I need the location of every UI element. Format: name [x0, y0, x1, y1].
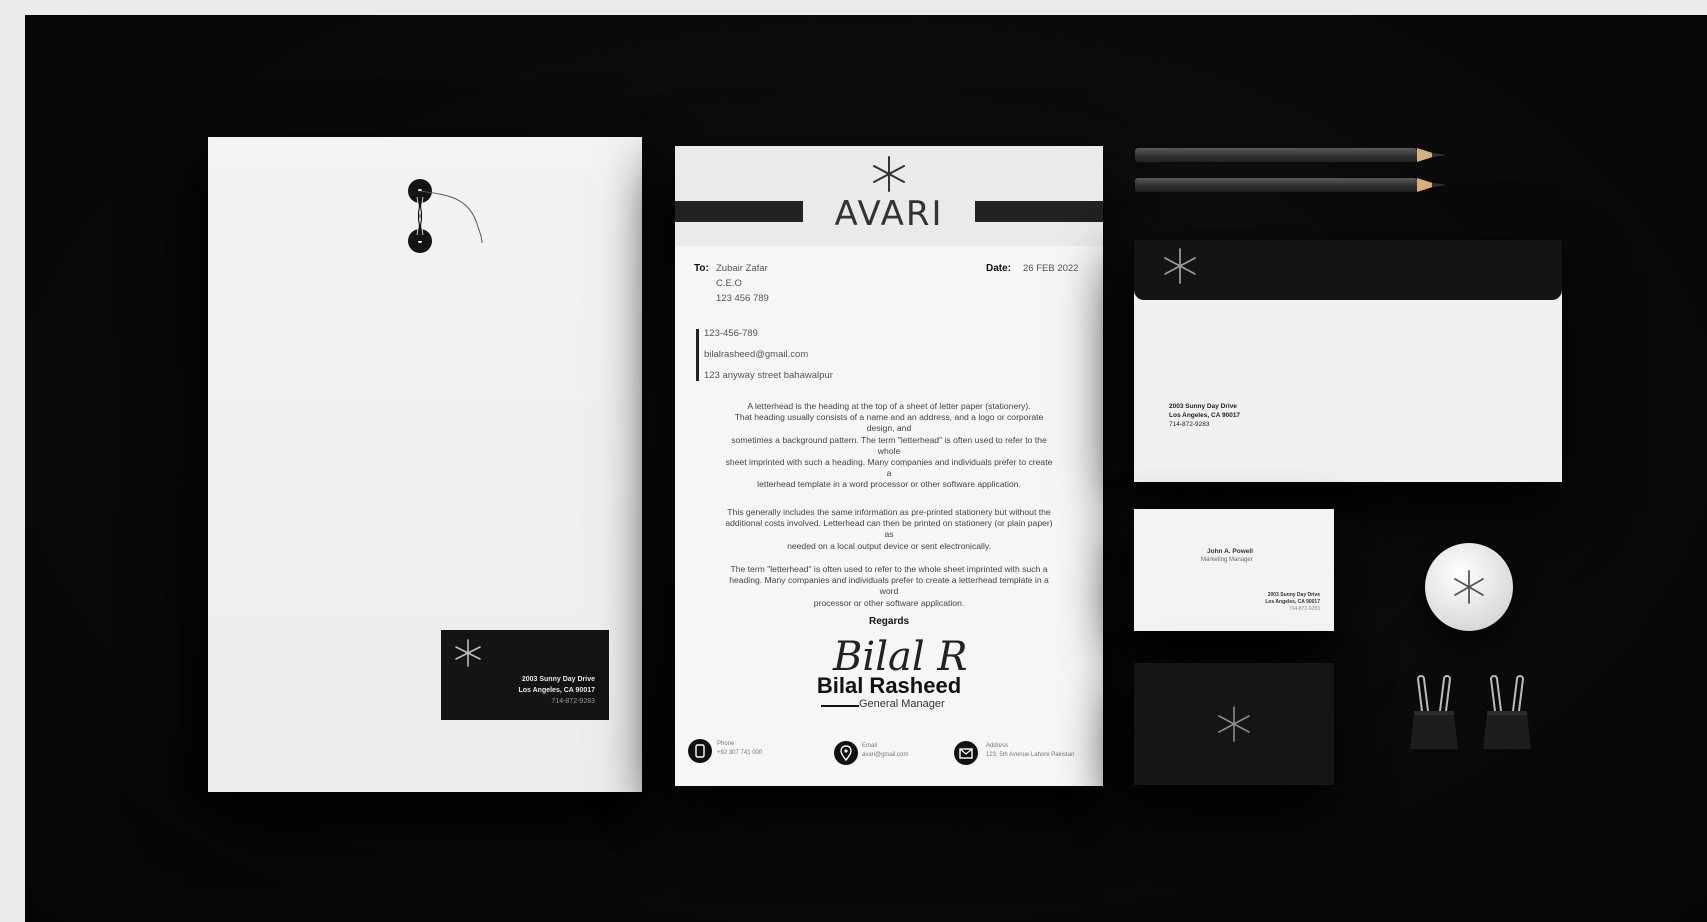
envelope-street: 2003 Sunny Day Drive: [521, 676, 595, 683]
role-underline: [821, 705, 859, 707]
dl-envelope-street: 2003 Sunny Day Drive: [1169, 403, 1237, 410]
footer-address-value: 123, 5th Avenue Lahore Pakistan: [986, 752, 1075, 758]
contact-street: 123 anyway street bahawalpur: [704, 370, 833, 381]
regards-text: Regards: [868, 616, 909, 627]
card-name: John A. Powell: [1207, 548, 1253, 555]
location-icon: [834, 741, 858, 765]
to-label: To:: [694, 263, 709, 274]
phone-icon: [688, 739, 712, 763]
to-name: Zubair Zafar: [716, 263, 768, 274]
card-title: Marketing Manager: [1201, 557, 1253, 563]
body-paragraph-1: A letterhead is the heading at the top o…: [725, 401, 1053, 490]
dl-envelope: 2003 Sunny Day Drive Los Angeles, CA 900…: [1134, 240, 1562, 482]
dl-envelope-city: Los Angeles, CA 90017: [1169, 412, 1241, 419]
brand-wordmark: AVARI: [834, 194, 944, 234]
dl-envelope-phone: 714-872-9283: [1169, 421, 1210, 428]
mail-icon: [954, 741, 978, 765]
footer-address-label: Address: [986, 743, 1009, 749]
stationery-mockup-scene: 2003 Sunny Day Drive Los Angeles, CA 900…: [25, 15, 1707, 922]
envelope-address-label: 2003 Sunny Day Drive Los Angeles, CA 900…: [441, 630, 609, 720]
contact-phone: 123-456-789: [704, 328, 758, 339]
footer-phone-label: Phone: [717, 741, 735, 747]
to-title: C.E.O: [716, 278, 742, 289]
asterisk-logo-icon: [455, 639, 481, 667]
button-clasp-icon: [408, 179, 483, 253]
header-band-right: [975, 201, 1103, 222]
contact-email: bilalrasheed@gmail.com: [704, 349, 809, 360]
envelope-phone: 714-872-9283: [551, 698, 595, 705]
large-envelope: 2003 Sunny Day Drive Los Angeles, CA 900…: [208, 137, 642, 792]
date-value: 26 FEB 2022: [1023, 263, 1079, 274]
footer-phone-value: +92 307 741 000: [717, 750, 763, 756]
body-paragraph-3: The term "letterhead" is often used to r…: [729, 564, 1049, 608]
pencil-icon: [1135, 148, 1447, 162]
pencil-icon: [1135, 178, 1447, 192]
to-number: 123 456 789: [716, 293, 769, 304]
asterisk-logo-icon: [1164, 248, 1196, 284]
envelope-city: Los Angeles, CA 90017: [518, 687, 595, 694]
date-label: Date:: [986, 263, 1012, 274]
asterisk-logo-icon: [1454, 570, 1484, 604]
card-city: Los Angeles, CA 90017: [1265, 599, 1320, 605]
business-card-back: [1134, 663, 1334, 785]
business-card-front: John A. Powell Marketing Manager 2003 Su…: [1134, 509, 1334, 631]
binder-clip-icon: [1410, 675, 1458, 749]
contact-bar: [696, 329, 699, 381]
footer-email-label: Email: [862, 743, 878, 749]
binder-clip-icon: [1483, 675, 1531, 749]
card-phone: 714-872-9283: [1288, 606, 1320, 612]
header-band-left: [675, 201, 803, 222]
logo-badge: [1425, 543, 1513, 631]
signer-role: General Manager: [859, 698, 945, 710]
letterhead-sheet: AVARI To: Zubair Zafar C.E.O 123 456 789…: [675, 146, 1103, 786]
signer-name: Bilal Rasheed: [816, 673, 962, 698]
asterisk-logo-icon: [873, 156, 905, 192]
body-paragraph-2: This generally includes the same informa…: [725, 507, 1053, 551]
card-street: 2003 Sunny Day Drive: [1267, 592, 1320, 598]
footer-email-value: avari@gmail.com: [862, 752, 909, 758]
asterisk-logo-icon: [1218, 706, 1250, 742]
